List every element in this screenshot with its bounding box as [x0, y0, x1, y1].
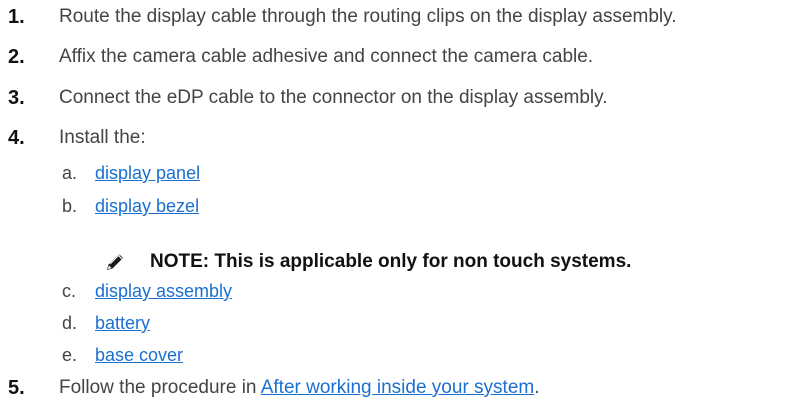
install-item-display-panel: a. display panel: [62, 159, 200, 187]
item-letter: d.: [62, 313, 78, 333]
display-panel-link[interactable]: display panel: [95, 163, 200, 183]
install-item-display-bezel: b. display bezel: [62, 192, 199, 220]
step-number: 1.: [8, 6, 25, 28]
step-text: Connect the eDP cable to the connector o…: [59, 87, 608, 108]
step-number: 5.: [8, 377, 25, 399]
item-letter: e.: [62, 345, 78, 365]
install-item-display-assembly: c. display assembly: [62, 277, 232, 305]
install-item-battery: d. battery: [62, 309, 150, 337]
item-letter: c.: [62, 281, 77, 301]
display-assembly-link[interactable]: display assembly: [95, 281, 232, 301]
pencil-note-icon: [107, 254, 123, 270]
battery-link[interactable]: battery: [95, 313, 150, 333]
step-number: 4.: [8, 127, 25, 149]
display-bezel-link[interactable]: display bezel: [95, 196, 199, 216]
step-text: Install the:: [59, 127, 146, 148]
step-text-suffix: .: [534, 377, 540, 398]
install-item-base-cover: e. base cover: [62, 341, 183, 369]
step-number: 3.: [8, 87, 25, 109]
item-letter: a.: [62, 163, 78, 183]
step-text: Route the display cable through the rout…: [59, 6, 677, 27]
base-cover-link[interactable]: base cover: [95, 345, 183, 365]
procedure-document: 1. Route the display cable through the r…: [0, 0, 795, 404]
step-text-prefix: Follow the procedure in: [59, 377, 261, 398]
step-text: Affix the camera cable adhesive and conn…: [59, 46, 594, 67]
step-number: 2.: [8, 46, 25, 68]
note-text: NOTE: This is applicable only for non to…: [150, 251, 632, 272]
item-letter: b.: [62, 196, 78, 216]
after-working-inside-link[interactable]: After working inside your system: [261, 377, 535, 398]
step-text: Follow the procedure in After working in…: [59, 373, 540, 403]
